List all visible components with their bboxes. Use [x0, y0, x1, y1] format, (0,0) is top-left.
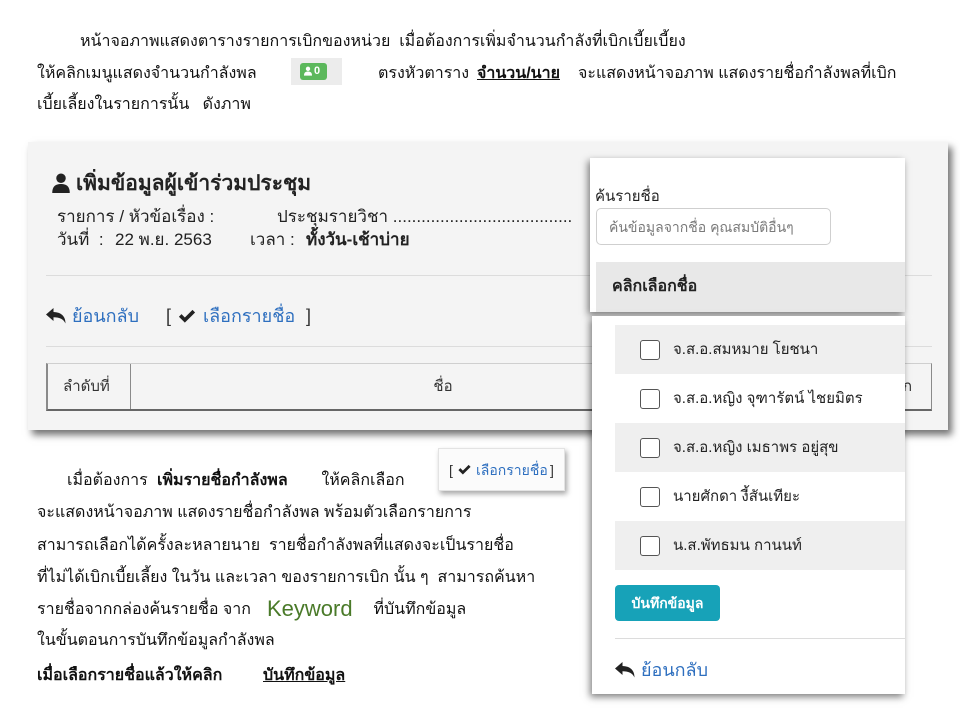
instructions-line-7-start: เมื่อเลือกรายชื่อแล้วให้คลิก — [37, 667, 227, 684]
name-checkbox[interactable] — [640, 536, 660, 556]
instructions-add-names-emphasis: เพิ่มรายชื่อกำลังพล — [157, 472, 288, 489]
intro-line-1: หน้าจอภาพแสดงตารางรายการเบิกของหน่วย เมื… — [80, 33, 686, 50]
column-header-name[interactable]: ชื่อ — [413, 364, 473, 409]
list-item[interactable]: จ.ส.อ.หญิง เมธาพร อยู่สุข — [615, 423, 905, 472]
person-name: นายศักดา งี้สันเทียะ — [673, 488, 800, 505]
person-name: จ.ส.อ.สมหมาย โยชนา — [673, 341, 819, 358]
column-divider — [130, 364, 131, 409]
person-name: จ.ส.อ.หญิง เมธาพร อยู่สุข — [673, 439, 839, 456]
name-list-panel: จ.ส.อ.สมหมาย โยชนา จ.ส.อ.หญิง จุฑารัตน์ … — [592, 316, 905, 694]
open-bracket: [ — [449, 462, 453, 478]
instructions-line-6: ในขั้นตอนการบันทึกข้อมูลกำลังพล — [37, 632, 275, 649]
select-names-label[interactable]: เลือกรายชื่อ — [476, 456, 550, 484]
instructions-line-1-end: ให้คลิกเลือก — [317, 472, 405, 489]
slide: หน้าจอภาพแสดงตารางรายการเบิกของหน่วย เมื… — [0, 0, 960, 720]
name-search-panel: ค้นรายชื่อ คลิกเลือกชื่อ — [590, 158, 905, 312]
intro-line-3: เบี้ยเลี้ยงในรายการนั้น ดังภาพ — [37, 96, 251, 113]
list-item[interactable]: จ.ส.อ.สมหมาย โยชนา — [615, 325, 905, 374]
select-names-label[interactable]: เลือกรายชื่อ — [203, 302, 305, 330]
list-item[interactable]: น.ส.พัทธมน กานนท์ — [615, 521, 905, 570]
column-header-partial: ก — [903, 378, 913, 395]
intro-line-2-mid: ตรงหัวตาราง — [378, 65, 470, 82]
save-button[interactable]: บันทึกข้อมูล — [615, 585, 720, 621]
time-value: ทั้งวัน-เช้าบ่าย — [306, 230, 410, 249]
instructions-line-4: ที่ไม่ได้เบิกเบี้ยเลี้ยง ในวัน และเวลา ข… — [37, 569, 536, 586]
user-icon — [304, 66, 312, 76]
instructions-save-reference: บันทึกข้อมูล — [263, 667, 346, 684]
name-checkbox[interactable] — [640, 340, 660, 360]
column-header-order[interactable]: ลำดับที่ — [63, 364, 131, 409]
page-title: เพิ่มข้อมูลผู้เข้าร่วมประชุม — [76, 172, 312, 195]
name-list: จ.ส.อ.สมหมาย โยชนา จ.ส.อ.หญิง จุฑารัตน์ … — [615, 325, 905, 570]
list-item[interactable]: นายศักดา งี้สันเทียะ — [615, 472, 905, 521]
member-count-menu-sample: 0 — [291, 58, 342, 85]
search-input[interactable] — [596, 208, 831, 245]
reply-icon — [615, 662, 635, 678]
member-count-value: 0 — [314, 65, 321, 77]
close-bracket: ] — [550, 462, 554, 478]
intro-column-name: จำนวน/นาย — [477, 65, 560, 82]
intro-line-2-end: จะแสดงหน้าจอภาพ แสดงรายชื่อกำลังพลที่เบิ… — [578, 65, 897, 82]
divider — [615, 638, 905, 639]
back-link-label[interactable]: ย้อนกลับ — [72, 302, 154, 330]
member-count-badge[interactable]: 0 — [300, 63, 327, 80]
time-label: เวลา : — [250, 230, 295, 249]
date-label: วันที่ : — [57, 230, 104, 249]
name-checkbox[interactable] — [640, 487, 660, 507]
user-icon — [52, 173, 70, 193]
check-icon — [458, 464, 471, 475]
instructions-line-1-start: เมื่อต้องการ — [67, 472, 153, 489]
intro-line-2-start: ให้คลิกเมนูแสดงจำนวนกำลังพล — [37, 65, 257, 82]
instructions-line-5-end: ที่บันทึกข้อมูล — [369, 601, 467, 618]
instructions-line-3: สามารถเลือกได้ครั้งละหลายนาย รายชื่อกำลั… — [37, 537, 514, 554]
person-name: จ.ส.อ.หญิง จุฑารัตน์ ไชยมิตร — [673, 390, 863, 407]
reply-icon — [46, 308, 66, 324]
person-name: น.ส.พัทธมน กานนท์ — [673, 537, 802, 554]
select-name-heading: คลิกเลือกชื่อ — [612, 278, 698, 295]
name-checkbox[interactable] — [640, 438, 660, 458]
close-bracket: ] — [306, 306, 312, 326]
select-names-button-sample[interactable]: [ เลือกรายชื่อ ] — [438, 448, 565, 491]
back-link-label[interactable]: ย้อนกลับ — [641, 656, 731, 684]
list-item[interactable]: จ.ส.อ.หญิง จุฑารัตน์ ไชยมิตร — [615, 374, 905, 423]
instructions-line-2: จะแสดงหน้าจอภาพ แสดงรายชื่อกำลังพล พร้อม… — [37, 504, 472, 521]
instructions-line-5-start: รายชื่อจากกล่องค้นรายชื่อ จาก — [37, 601, 256, 618]
search-label: ค้นรายชื่อ — [595, 188, 660, 205]
select-name-heading-bar: คลิกเลือกชื่อ — [596, 262, 905, 312]
date-value: 22 พ.ย. 2563 — [115, 230, 212, 249]
name-checkbox[interactable] — [640, 389, 660, 409]
keyword-highlight: Keyword — [267, 596, 353, 621]
check-icon — [178, 309, 196, 323]
open-bracket: [ — [166, 306, 172, 326]
